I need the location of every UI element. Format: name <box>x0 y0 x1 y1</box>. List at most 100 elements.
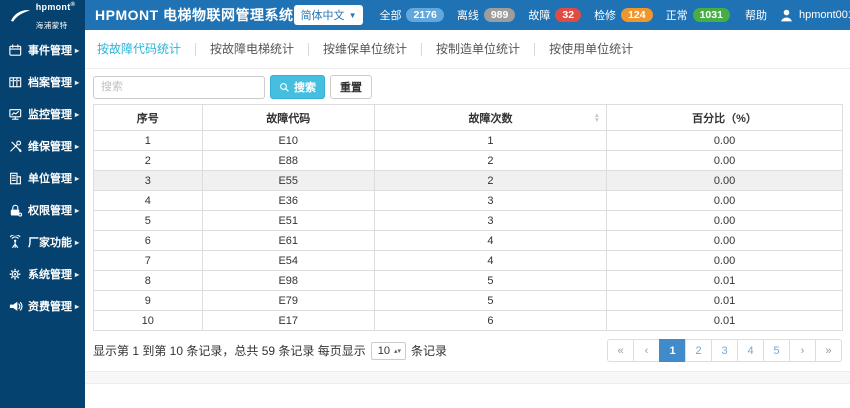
table-cell: 0.00 <box>606 170 843 191</box>
table-cell: E79 <box>201 290 375 311</box>
table-row[interactable]: 9 E79 5 0.01 <box>93 290 843 311</box>
tab-maintenance-unit[interactable]: 按维保单位统计 <box>309 43 423 56</box>
chevron-right-icon: ▸ <box>74 301 79 311</box>
table-cell: 1 <box>93 130 203 151</box>
table-cell: 8 <box>93 270 203 291</box>
table-cell: E36 <box>201 190 375 211</box>
tab-manufacturer-unit[interactable]: 按制造单位统计 <box>422 43 536 56</box>
table-cell: 0.00 <box>606 210 843 231</box>
data-table-wrap: 序号 故障代码 故障次数 ▲ ▼ 百分比（%） 1 E10 1 0.00 2 E88 2 0.00 3 E5… <box>93 104 843 331</box>
table-cell: 0.00 <box>606 150 843 171</box>
page-prev[interactable]: ‹ <box>633 339 660 362</box>
sidebar-item-events[interactable]: 事件管理 ▸ <box>0 34 85 66</box>
page-1[interactable]: 1 <box>659 339 686 362</box>
sidebar-item-label: 厂家功能 <box>28 237 72 249</box>
badge-count: 2176 <box>406 8 444 22</box>
sidebar-item-label: 系统管理 <box>28 269 72 281</box>
tools-icon <box>8 139 23 154</box>
table-row[interactable]: 8 E98 5 0.01 <box>93 270 843 291</box>
chevron-right-icon: ▸ <box>74 269 79 279</box>
table-cell: 0.01 <box>606 270 843 291</box>
gear-icon <box>8 267 23 282</box>
panel-bottom-strip <box>85 371 850 384</box>
calendar-icon <box>8 43 23 58</box>
monitor-icon <box>8 107 23 122</box>
sidebar-item-system[interactable]: 系统管理 ▸ <box>0 258 85 290</box>
column-header: 百分比（%） <box>606 104 843 131</box>
table-row[interactable]: 2 E88 2 0.00 <box>93 150 843 171</box>
table-row[interactable]: 5 E51 3 0.00 <box>93 210 843 231</box>
table-cell: 6 <box>373 310 608 331</box>
status-badge-total: 全部 2176 <box>379 7 444 23</box>
chevron-right-icon: ▸ <box>74 205 79 215</box>
sidebar-item-label: 维保管理 <box>28 141 72 153</box>
speaker-icon <box>8 299 23 314</box>
search-input[interactable] <box>93 75 265 99</box>
chevron-right-icon: ▸ <box>74 141 79 151</box>
page-2[interactable]: 2 <box>685 339 712 362</box>
page-5[interactable]: 5 <box>763 339 790 362</box>
badge-label: 离线 <box>456 10 479 22</box>
page-size-select[interactable]: 10 ▴▾ <box>370 341 406 360</box>
summary-text: 显示第 1 到第 10 条记录，总共 59 条记录 每页显示 <box>93 344 366 358</box>
sidebar-item-monitoring[interactable]: 监控管理 ▸ <box>0 98 85 130</box>
sidebar-item-vendor-functions[interactable]: 厂家功能 ▸ <box>0 226 85 258</box>
table-cell: 0.01 <box>606 290 843 311</box>
table-header-row: 序号 故障代码 故障次数 ▲ ▼ 百分比（%） <box>93 104 843 131</box>
table-cell: 6 <box>93 230 203 251</box>
lock-icon <box>8 203 23 218</box>
table-row[interactable]: 3 E55 2 0.00 <box>93 170 843 191</box>
reset-button[interactable]: 重置 <box>330 75 372 99</box>
page-3[interactable]: 3 <box>711 339 738 362</box>
table-row[interactable]: 7 E54 4 0.00 <box>93 250 843 271</box>
sidebar-item-archives[interactable]: 档案管理 ▸ <box>0 66 85 98</box>
badge-count: 32 <box>555 8 582 22</box>
page-first[interactable]: « <box>607 339 634 362</box>
sidebar-item-label: 监控管理 <box>28 109 72 121</box>
language-label: 简体中文 <box>300 10 345 22</box>
status-badges: 全部 2176 离线 989 故障 32 检修 124 正常 1031 <box>379 7 730 23</box>
tab-fault-elevator[interactable]: 按故障电梯统计 <box>196 43 310 56</box>
sort-icon[interactable]: ▲ ▼ <box>594 112 600 124</box>
table-cell: 10 <box>93 310 203 331</box>
sidebar-item-maintenance[interactable]: 维保管理 ▸ <box>0 130 85 162</box>
table-cell: 0.00 <box>606 130 843 151</box>
status-badge-normal: 正常 1031 <box>666 7 730 23</box>
sidebar-item-label: 资费管理 <box>28 301 72 313</box>
column-header: 序号 <box>93 104 203 131</box>
sidebar-item-units[interactable]: 单位管理 ▸ <box>0 162 85 194</box>
table-row[interactable]: 10 E17 6 0.01 <box>93 310 843 331</box>
top-header: hpmont® 海浦蒙特 HPMONT 电梯物联网管理系统 简体中文 ▼ 全部 2… <box>0 0 850 30</box>
page-last[interactable]: » <box>815 339 842 362</box>
table-cell: E54 <box>201 250 375 271</box>
badge-label: 正常 <box>665 10 688 22</box>
table-toolbar: 搜索 重置 <box>93 75 842 99</box>
chevron-right-icon: ▸ <box>74 173 79 183</box>
app-title: HPMONT 电梯物联网管理系统 <box>95 7 294 23</box>
page-4[interactable]: 4 <box>737 339 764 362</box>
table-cell: 2 <box>373 150 608 171</box>
sidebar-item-permissions[interactable]: 权限管理 ▸ <box>0 194 85 226</box>
sidebar-item-label: 事件管理 <box>28 45 72 57</box>
table-row[interactable]: 4 E36 3 0.00 <box>93 190 843 211</box>
tab-fault-code[interactable]: 按故障代码统计 <box>97 43 197 56</box>
table-cell: 0.01 <box>606 310 843 331</box>
language-selector[interactable]: 简体中文 ▼ <box>293 5 364 25</box>
search-button[interactable]: 搜索 <box>270 75 325 99</box>
table-row[interactable]: 1 E10 1 0.00 <box>93 130 843 151</box>
sidebar-item-billing[interactable]: 资费管理 ▸ <box>0 290 85 322</box>
page-next[interactable]: › <box>789 339 816 362</box>
column-header[interactable]: 故障次数 ▲ ▼ <box>373 104 608 131</box>
table-cell: E88 <box>201 150 375 171</box>
page-size-value: 10 <box>377 344 390 357</box>
sidebar-item-label: 档案管理 <box>28 77 72 89</box>
chevron-right-icon: ▸ <box>74 77 79 87</box>
table-row[interactable]: 6 E61 4 0.00 <box>93 230 843 251</box>
caret-updown-icon: ▴▾ <box>393 347 401 355</box>
help-link[interactable]: 帮助 <box>745 7 767 23</box>
archive-icon <box>8 75 23 90</box>
user-menu[interactable]: hpmont001 <box>779 8 850 23</box>
table-cell: 3 <box>373 210 608 231</box>
brand-logo-text: hpmont® 海浦蒙特 <box>35 1 76 30</box>
tab-user-unit[interactable]: 按使用单位统计 <box>535 43 647 56</box>
